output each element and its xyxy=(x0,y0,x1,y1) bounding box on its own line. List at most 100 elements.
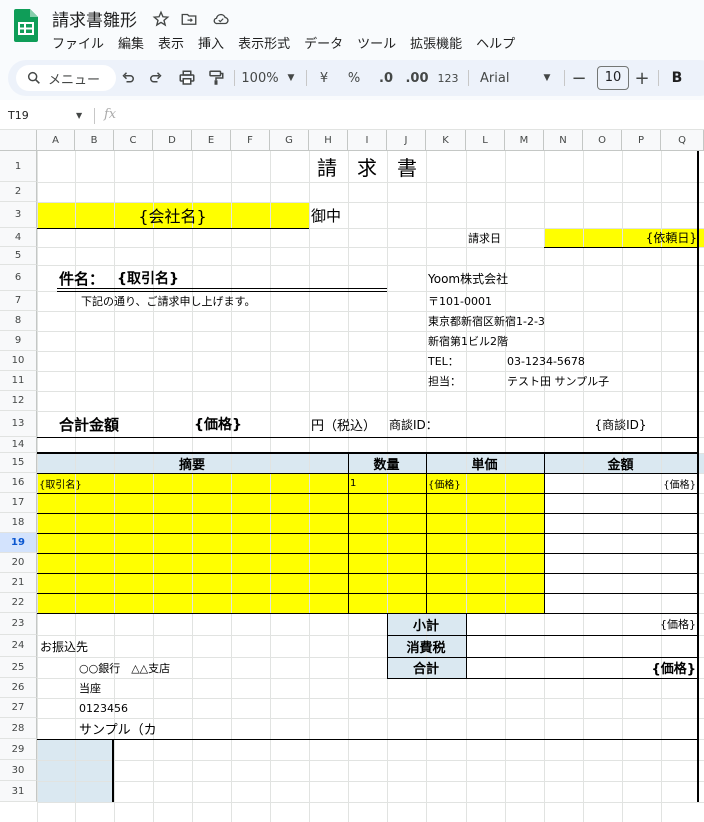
column-header[interactable]: F xyxy=(231,130,270,151)
menu-view[interactable]: 表示 xyxy=(158,33,184,53)
row-header[interactable]: 30 xyxy=(0,760,37,781)
column-header[interactable]: A xyxy=(37,130,75,151)
row-header[interactable]: 7 xyxy=(0,291,37,311)
spreadsheet-grid[interactable]: 請 求 書 {会社名} 御中 請求日 {依頼日} 件名： {取引名} 下記の通り、ご請求申し上… xyxy=(0,130,704,822)
row-header[interactable]: 11 xyxy=(0,371,37,391)
table-row-border xyxy=(37,533,698,534)
column-header[interactable]: P xyxy=(622,130,661,151)
row-header[interactable]: 22 xyxy=(0,593,37,613)
table-row-border xyxy=(37,493,698,494)
zoom-dropdown-icon[interactable]: ▼ xyxy=(284,67,298,89)
row-header[interactable]: 17 xyxy=(0,493,37,513)
item-amount-cell[interactable]: {価格} xyxy=(544,473,698,493)
menu-help[interactable]: ヘルプ xyxy=(476,33,515,53)
move-folder-icon[interactable] xyxy=(180,10,198,28)
decrease-decimal-button[interactable]: .0 xyxy=(374,67,398,89)
cloud-status-icon[interactable] xyxy=(212,10,230,28)
row-header[interactable]: 21 xyxy=(0,573,37,593)
row-header[interactable]: 29 xyxy=(0,739,37,760)
table-row-border xyxy=(37,593,698,594)
column-header[interactable]: Q xyxy=(661,130,704,151)
issuer-person-label: 担当： xyxy=(428,375,461,388)
menu-extensions[interactable]: 拡張機能 xyxy=(410,33,462,53)
row-header[interactable]: 16 xyxy=(0,473,37,493)
currency-format-button[interactable]: ¥ xyxy=(316,67,332,89)
menu-search-label: メニュー xyxy=(48,72,101,88)
column-header[interactable]: J xyxy=(387,130,426,151)
font-select[interactable]: Arial xyxy=(480,67,520,89)
star-icon[interactable] xyxy=(152,10,170,28)
font-dropdown-icon[interactable]: ▼ xyxy=(540,67,554,89)
redo-icon[interactable] xyxy=(146,67,166,89)
row-header[interactable]: 8 xyxy=(0,311,37,331)
row-header[interactable]: 1 xyxy=(0,151,37,182)
column-header[interactable]: G xyxy=(270,130,309,151)
row-header[interactable]: 18 xyxy=(0,513,37,533)
paint-format-icon[interactable] xyxy=(205,67,227,89)
summary-value[interactable] xyxy=(466,635,698,657)
item-desc-cell[interactable]: {取引名} xyxy=(37,473,348,493)
name-box-dropdown-icon[interactable]: ▼ xyxy=(76,111,82,120)
document-title[interactable]: 請求書雛形 xyxy=(52,6,137,31)
column-header[interactable]: O xyxy=(583,130,622,151)
bold-button[interactable]: B xyxy=(668,67,686,89)
zoom-select[interactable]: 100% xyxy=(240,67,280,89)
name-box[interactable]: T19 xyxy=(8,109,29,122)
increase-decimal-button[interactable]: .00 xyxy=(404,67,430,89)
font-size-input[interactable]: 10 xyxy=(597,66,629,90)
bank-name: ○○銀行 △△支店 xyxy=(79,661,171,675)
menu-search[interactable]: メニュー xyxy=(16,65,116,91)
column-header[interactable]: L xyxy=(466,130,505,151)
summary-value[interactable]: {価格} xyxy=(466,613,698,635)
column-header[interactable]: H xyxy=(309,130,348,151)
column-header[interactable]: I xyxy=(348,130,387,151)
row-header[interactable]: 10 xyxy=(0,351,37,371)
row-header[interactable]: 9 xyxy=(0,331,37,351)
menu-file[interactable]: ファイル xyxy=(52,33,104,53)
summary-value[interactable]: {価格} xyxy=(466,657,698,678)
column-header[interactable]: K xyxy=(426,130,466,151)
column-header[interactable]: B xyxy=(75,130,114,151)
column-header[interactable]: N xyxy=(544,130,583,151)
number-format-button[interactable]: 123 xyxy=(436,67,460,89)
row-header[interactable]: 6 xyxy=(0,265,37,291)
row-header[interactable]: 5 xyxy=(0,247,37,265)
row-header[interactable]: 14 xyxy=(0,437,37,453)
row-header[interactable]: 26 xyxy=(0,678,37,698)
row-header[interactable]: 20 xyxy=(0,553,37,573)
menu-data[interactable]: データ xyxy=(304,33,343,53)
percent-format-button[interactable]: % xyxy=(346,67,362,89)
subject-value: {取引名} xyxy=(117,271,179,287)
increase-font-size-icon[interactable]: + xyxy=(634,67,650,89)
row-header[interactable]: 15 xyxy=(0,453,37,473)
row-header[interactable]: 3 xyxy=(0,202,37,228)
row-header[interactable]: 31 xyxy=(0,781,37,802)
item-unit-price-cell[interactable]: {価格} xyxy=(426,473,544,493)
row-header[interactable]: 19 xyxy=(0,533,37,553)
row-header[interactable]: 2 xyxy=(0,182,37,202)
menu-edit[interactable]: 編集 xyxy=(118,33,144,53)
select-all-corner[interactable] xyxy=(0,130,37,151)
menu-insert[interactable]: 挿入 xyxy=(198,33,224,53)
row-header[interactable]: 27 xyxy=(0,698,37,718)
row-header[interactable]: 4 xyxy=(0,228,37,247)
column-header[interactable]: M xyxy=(505,130,544,151)
table-row-border xyxy=(37,573,698,574)
table-header-amount: 金額 xyxy=(607,457,634,473)
row-header[interactable]: 13 xyxy=(0,411,37,437)
row-header[interactable]: 25 xyxy=(0,657,37,678)
column-header[interactable]: E xyxy=(192,130,231,151)
row-header[interactable]: 28 xyxy=(0,718,37,739)
column-header[interactable]: C xyxy=(114,130,153,151)
item-qty-cell[interactable]: 1 xyxy=(348,473,426,493)
row-header[interactable]: 23 xyxy=(0,613,37,635)
column-header[interactable]: D xyxy=(153,130,192,151)
menu-tools[interactable]: ツール xyxy=(357,33,396,53)
row-header[interactable]: 24 xyxy=(0,635,37,657)
decrease-font-size-icon[interactable]: − xyxy=(571,67,587,89)
sheets-logo-icon[interactable] xyxy=(14,9,38,42)
undo-icon[interactable] xyxy=(118,67,138,89)
print-icon[interactable] xyxy=(176,67,198,89)
row-header[interactable]: 12 xyxy=(0,391,37,411)
menu-format[interactable]: 表示形式 xyxy=(238,33,290,53)
